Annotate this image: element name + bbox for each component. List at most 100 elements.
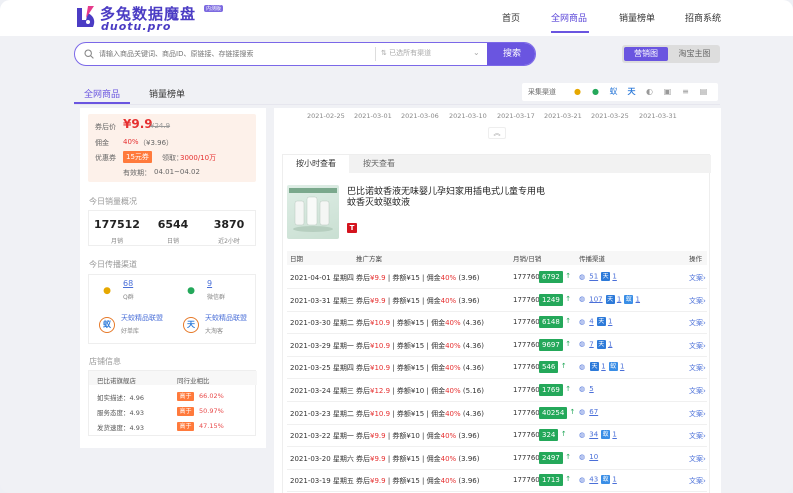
shop-row-badge: 高于 [177,392,194,401]
tab-by-hour[interactable]: 按小时查看 [283,155,349,173]
row-copy-link[interactable]: 文案› [689,476,706,486]
alliance-name-2[interactable]: 天蛟精品联盟 [205,313,247,323]
tab-by-day[interactable]: 按天查看 [349,155,409,173]
plan-comm-rate: 40% [445,409,461,418]
channel-count[interactable]: 1 [601,363,605,371]
search-icon [84,49,94,59]
row-channels: ◍ 10 [579,453,598,465]
plan-after-label: 券后 [356,364,370,373]
arrow-up-icon: ↑ [560,362,567,371]
table-row: 2021-03-19 星期五 券后¥9.9 | 券额¥15 | 佣金40% (3.… [287,470,707,493]
channel-count[interactable]: 1 [612,476,616,484]
qq-count[interactable]: 67 [589,408,598,416]
channel-stats: ● 68 Q群 ● 9 微信群 蚁 天蛟精品联盟 好单库 天 天蛟精品联盟 大淘… [88,274,256,344]
search-input[interactable] [99,47,359,61]
nav-sales-ranking[interactable]: 销量榜单 [619,11,655,24]
ant-icon[interactable]: 蚁 [608,86,619,97]
nav-home[interactable]: 首页 [502,11,520,24]
collapse-chevron-icon[interactable]: ︽ [488,127,506,139]
qq-count[interactable]: 107 [589,295,602,303]
chevron-right-icon: › [703,341,706,350]
qq-count[interactable]: 7 [589,340,593,348]
plan-after-label: 券后 [356,341,370,350]
coupon-badge[interactable]: 15元券 [123,151,152,163]
channel-count[interactable]: 1 [608,340,612,348]
plan-comm-label: 佣金 [431,319,446,328]
wechat-group-count[interactable]: 9 [207,279,212,288]
channel-count[interactable]: 1 [620,363,624,371]
qq-count[interactable]: 10 [589,453,598,461]
qq-count[interactable]: 51 [589,273,598,281]
qq-count[interactable]: 4 [589,318,593,326]
row-copy-link[interactable]: 文案› [689,318,706,328]
tab-sales-ranking[interactable]: 销量榜单 [149,87,185,100]
qq-group-count[interactable]: 68 [123,279,133,288]
row-copy-link[interactable]: 文案› [689,363,706,373]
plan-coupon-amount: 15 [415,409,425,418]
row-copy-label: 文案 [689,274,703,282]
search-button[interactable]: 搜索 [487,43,535,65]
plan-comm-amount: (3.96) [458,454,480,463]
row-monthly-sales: 177760 [513,476,540,485]
date-tick: 2021-03-25 [591,112,629,120]
qq-count[interactable]: 5 [589,385,593,393]
qq-count[interactable]: 34 [589,431,598,439]
channel-select[interactable]: ⇅ 已选所有渠道 [381,48,431,58]
channel-badge-icon: 天 [596,339,606,349]
chevron-down-icon[interactable]: ⌄ [473,48,480,57]
weibo-icon[interactable]: ◐ [644,86,655,97]
qq-icon: ◍ [579,295,586,304]
toggle-taobao-image[interactable]: 淘宝主图 [671,47,718,61]
product-title[interactable]: 巴比诺蚊香液无味婴儿孕妇家用插电式儿童专用电蚊香灭蚊驱蚊液 [347,187,547,209]
shop-row-label: 如实描述：4.96 [97,394,144,402]
row-copy-link[interactable]: 文案› [689,454,706,464]
chevron-right-icon: › [703,319,706,328]
qq-icon[interactable]: ● [572,86,583,97]
row-plan: 券后¥10.9 | 券额¥15 | 佣金40% (4.36) [356,409,484,418]
channel-count[interactable]: 1 [608,318,612,326]
qq-count[interactable]: 43 [589,476,598,484]
row-daily-sales: 1249 [539,293,563,306]
date-tick: 2021-03-01 [354,112,392,120]
valid-label: 有效期： [123,169,151,177]
channel-badge-icon: 天 [596,317,606,327]
plan-after-label: 券后 [356,409,370,418]
plan-coupon-label: 券额 [392,432,407,441]
nav-all-products[interactable]: 全网商品 [551,11,587,24]
row-copy-link[interactable]: 文案› [689,386,706,396]
gift-icon[interactable]: ▣ [662,86,673,97]
tabs-divider [74,104,720,105]
row-monthly-sales: 177760 [513,273,540,281]
coupon-price: ¥9.9 [123,117,153,131]
ant-icon: 蚁 [99,317,115,333]
chevron-right-icon: › [703,477,706,486]
row-copy-link[interactable]: 文案› [689,409,706,419]
row-plan: 券后¥10.9 | 券额¥15 | 佣金40% (4.36) [356,364,484,373]
plan-coupon-amount: 15 [410,274,420,282]
plan-after-price: 12.9 [374,387,391,395]
date-tick: 2021-03-06 [401,112,439,120]
row-copy-link[interactable]: 文案› [689,273,706,283]
row-copy-label: 文案 [689,319,703,328]
tab-all-products[interactable]: 全网商品 [84,87,120,100]
row-date: 2021-03-30 星期二 [290,319,354,328]
tian-icon[interactable]: 天 [626,86,637,97]
list-icon[interactable]: ≡ [680,86,691,97]
doc-icon[interactable]: ▤ [698,86,709,97]
channel-count[interactable]: 1 [636,295,640,303]
row-copy-link[interactable]: 文案› [689,296,706,306]
alliance-name-1[interactable]: 天蛟精品联盟 [121,313,163,323]
wechat-icon[interactable]: ● [590,86,601,97]
channel-count[interactable]: 1 [617,295,621,303]
qq-icon: ◍ [579,340,586,349]
nav-merchant-system[interactable]: 招商系统 [685,11,721,24]
channel-count[interactable]: 1 [612,431,616,439]
row-plan: 券后¥9.9 | 券额¥15 | 佣金40% (3.96) [356,454,480,463]
row-copy-link[interactable]: 文案› [689,341,706,351]
row-channels: ◍ 7天 1 [579,339,612,352]
plan-coupon-label: 券额 [392,274,407,282]
toggle-marketing-image[interactable]: 营销图 [624,47,668,61]
row-copy-link[interactable]: 文案› [689,431,706,441]
channel-badge-icon: 蚁 [601,430,611,440]
channel-count[interactable]: 1 [612,273,616,281]
